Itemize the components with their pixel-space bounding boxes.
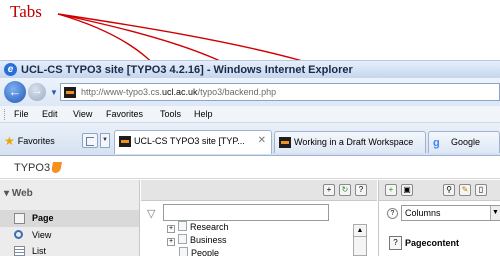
new-content-icon[interactable]: ▣ (401, 184, 413, 196)
page-edit-icon (14, 213, 25, 224)
magnifier-icon (14, 230, 23, 239)
tree-node-research[interactable]: + Research (167, 221, 229, 233)
menu-grip-handle[interactable] (4, 109, 6, 120)
module-page[interactable]: Page (0, 210, 139, 227)
page-icon (178, 221, 187, 231)
content-toolbar: + ▣ ⚲ ✎ ▯ (379, 180, 500, 201)
address-url: http://www-typo3.cs.ucl.ac.uk/typo3/back… (81, 87, 277, 97)
tree-node-people[interactable]: People (179, 247, 219, 256)
refresh-icon[interactable]: ↻ (339, 184, 351, 196)
scroll-up-icon[interactable]: ▲ (354, 225, 366, 237)
tab-draft-workspace[interactable]: Working in a Draft Workspace (274, 131, 426, 153)
help-icon[interactable]: ? (387, 208, 398, 219)
typo3-topbar: TYPO3 (0, 157, 500, 179)
typo3-logo: TYPO3 (14, 162, 63, 174)
menu-bar: File Edit View Favorites Tools Help (0, 106, 500, 123)
favorites-button[interactable]: ★ Favorites (4, 134, 55, 148)
site-favicon (64, 87, 76, 98)
quick-tabs-icon[interactable] (82, 133, 98, 148)
content-panel: + ▣ ⚲ ✎ ▯ ? Columns ▼ ? Pagecontent (378, 180, 500, 256)
tab-label: Google (451, 137, 481, 147)
window-title: UCL-CS TYPO3 site [TYPO3 4.2.16] - Windo… (21, 64, 353, 76)
menu-view[interactable]: View (73, 109, 92, 119)
view-mode-select[interactable]: Columns ▼ (401, 205, 500, 221)
close-tab-icon[interactable]: ✕ (258, 135, 266, 146)
tree-node-business[interactable]: + Business (167, 234, 227, 246)
tab-list-dropdown[interactable]: ▼ (100, 133, 110, 148)
module-menu: ▾ Web Page View List (0, 180, 140, 256)
tabs-annotation-label: Tabs (10, 2, 42, 21)
menu-edit[interactable]: Edit (42, 109, 58, 119)
tab-label: UCL-CS TYPO3 site [TYP... (134, 136, 245, 146)
favorites-star-icon: ★ (4, 134, 15, 148)
module-view[interactable]: View (0, 227, 139, 244)
page-content-title: Pagecontent (405, 238, 460, 248)
tree-filter-input[interactable] (163, 204, 329, 221)
ucl-favicon (279, 137, 291, 148)
back-button[interactable]: ← (4, 81, 26, 103)
list-icon (14, 246, 25, 256)
page-icon (179, 247, 188, 256)
menu-help[interactable]: Help (194, 109, 213, 119)
expand-icon[interactable]: + (167, 238, 175, 246)
tab-google[interactable]: g Google (428, 131, 500, 153)
menu-tools[interactable]: Tools (160, 109, 181, 119)
filter-icon[interactable]: ▽ (147, 207, 155, 220)
search-icon[interactable]: ⚲ (443, 184, 455, 196)
ucl-favicon (119, 136, 131, 147)
address-field[interactable]: http://www-typo3.cs.ucl.ac.uk/typo3/back… (60, 83, 500, 101)
forward-button[interactable]: → (28, 83, 46, 101)
page-tree-panel: + ↻ ? ▽ + Research + Business People ▲ (141, 180, 377, 256)
module-list[interactable]: List (0, 243, 139, 256)
page-icon (178, 234, 187, 244)
document-icon[interactable]: ▯ (475, 184, 487, 196)
typo3-flame-icon (51, 162, 63, 173)
expand-icon[interactable]: + (167, 225, 175, 233)
tree-scrollbar[interactable]: ▲ (353, 224, 367, 256)
new-record-icon[interactable]: + (385, 184, 397, 196)
edit-pencil-icon[interactable]: ✎ (459, 184, 471, 196)
page-content-icon: ? (389, 236, 402, 250)
new-page-icon[interactable]: + (323, 184, 335, 196)
menu-file[interactable]: File (14, 109, 29, 119)
web-section-header[interactable]: ▾ Web (4, 188, 33, 199)
google-favicon: g (433, 137, 440, 149)
chevron-down-icon: ▼ (490, 206, 500, 220)
window-titlebar: e UCL-CS TYPO3 site [TYPO3 4.2.16] - Win… (0, 60, 500, 78)
navigation-bar: ← → ▼ http://www-typo3.cs.ucl.ac.uk/typo… (0, 78, 500, 106)
page-tree-toolbar: + ↻ ? (141, 180, 377, 201)
recent-pages-dropdown[interactable]: ▼ (50, 88, 58, 97)
tab-bar: ★ Favorites ▼ UCL-CS TYPO3 site [TYP... ✕… (0, 123, 500, 156)
tab-ucl-typo3[interactable]: UCL-CS TYPO3 site [TYP... ✕ (114, 130, 272, 154)
menu-favorites[interactable]: Favorites (106, 109, 143, 119)
help-icon[interactable]: ? (355, 184, 367, 196)
ie-icon: e (4, 63, 17, 76)
tab-label: Working in a Draft Workspace (294, 137, 414, 147)
